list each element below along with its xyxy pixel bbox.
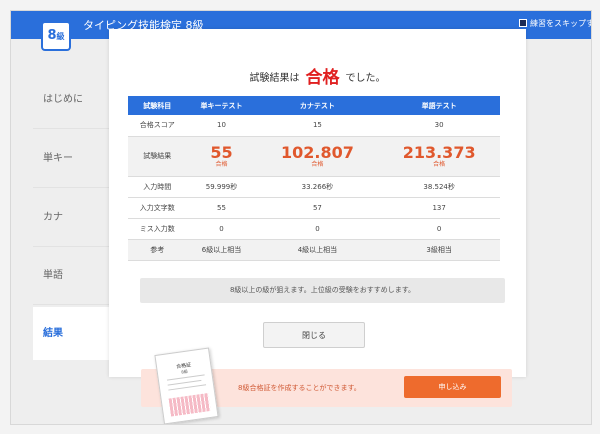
row-label: 合格スコア xyxy=(128,115,187,137)
table-cell: 15 xyxy=(256,115,379,137)
table-cell: 59.999秒 xyxy=(186,176,257,198)
result-prefix: 試験結果は xyxy=(249,73,300,84)
sidebar-item-label: 単語 xyxy=(43,270,63,281)
table-row: 合格スコア 10 15 30 xyxy=(128,115,500,137)
table-row: 入力文字数 55 57 137 xyxy=(128,197,500,219)
table-cell: 0 xyxy=(186,218,257,240)
sidebar-item-kana[interactable]: カナ xyxy=(33,189,109,247)
column-header: カナテスト xyxy=(256,96,379,115)
sidebar-item-label: 単キー xyxy=(43,153,73,164)
divider xyxy=(168,384,207,391)
row-label: 試験結果 xyxy=(128,136,187,177)
score-value: 102.807 xyxy=(280,142,354,162)
grade-logo-suffix: 級 xyxy=(56,32,65,41)
score-value: 55 xyxy=(210,142,233,162)
column-header: 単キーテスト xyxy=(186,96,257,115)
score-status: 合格 xyxy=(433,160,446,168)
certificate-thumbnail: 合格証 8級 xyxy=(154,347,219,424)
table-header-row: 試験科目 単キーテスト カナテスト 単語テスト xyxy=(128,96,500,115)
sidebar: はじめに 単キー カナ 単語 結果 xyxy=(33,39,109,424)
sidebar-item-intro[interactable]: はじめに xyxy=(33,71,109,129)
score-status: 合格 xyxy=(215,160,228,168)
grade-logo-number: 8 xyxy=(47,28,57,43)
table-cell: 55 xyxy=(186,197,257,219)
table-cell: 4級以上相当 xyxy=(256,239,379,261)
table-cell: 0 xyxy=(378,218,500,240)
table-row: 入力時間 59.999秒 33.266秒 38.524秒 xyxy=(128,176,500,198)
table-cell: 10 xyxy=(186,115,257,137)
sidebar-item-word[interactable]: 単語 xyxy=(33,247,109,305)
table-cell: 213.373 合格 xyxy=(378,136,500,177)
score-table: 試験科目 単キーテスト カナテスト 単語テスト 合格スコア 10 15 30 試… xyxy=(128,96,500,261)
row-label: ミス入力数 xyxy=(128,218,187,240)
sidebar-item-label: 結果 xyxy=(43,328,63,339)
table-row: 試験結果 55 合格 102.807 合格 213.373 合格 xyxy=(128,136,500,177)
column-header: 試験科目 xyxy=(128,96,187,115)
table-cell: 3級相当 xyxy=(378,239,500,261)
certificate-message: 8級合格証を作成することができます。 xyxy=(238,384,361,392)
checkbox-icon[interactable] xyxy=(519,19,527,27)
table-row: ミス入力数 0 0 0 xyxy=(128,218,500,240)
score-value: 213.373 xyxy=(402,142,476,162)
table-cell: 102.807 合格 xyxy=(256,136,379,177)
table-cell: 57 xyxy=(256,197,379,219)
sidebar-item-single-key[interactable]: 単キー xyxy=(33,130,109,188)
apply-button[interactable]: 申し込み xyxy=(404,376,501,398)
sidebar-item-label: カナ xyxy=(43,212,63,223)
row-label: 参考 xyxy=(128,239,187,261)
result-card: 試験結果は 合格 でした。 試験科目 単キーテスト カナテスト 単語テスト 合格スコ… xyxy=(109,29,526,377)
sidebar-item-result[interactable]: 結果 xyxy=(33,307,109,360)
table-cell: 33.266秒 xyxy=(256,176,379,198)
table-row: 参考 6級以上相当 4級以上相当 3級相当 xyxy=(128,239,500,261)
advice-message: 8級以上の級が狙えます。上位級の受験をおすすめします。 xyxy=(140,278,505,303)
table-cell: 30 xyxy=(378,115,500,137)
table-cell: 137 xyxy=(378,197,500,219)
result-status: 合格 xyxy=(305,68,340,88)
close-button[interactable]: 閉じる xyxy=(263,322,365,348)
skip-practice-toggle[interactable]: 練習をスキップする xyxy=(519,18,591,29)
table-cell: 0 xyxy=(256,218,379,240)
row-label: 入力文字数 xyxy=(128,197,187,219)
row-label: 入力時間 xyxy=(128,176,187,198)
keyboard-illustration-icon xyxy=(168,393,211,417)
result-heading: 試験結果は 合格 でした。 xyxy=(109,63,526,88)
sidebar-item-label: はじめに xyxy=(43,94,83,105)
table-cell: 55 合格 xyxy=(186,136,257,177)
column-header: 単語テスト xyxy=(378,96,500,115)
score-status: 合格 xyxy=(311,160,324,168)
result-suffix: でした。 xyxy=(345,73,386,84)
grade-logo: 8級 xyxy=(41,21,71,51)
app-frame: タイピング技能検定 8級 練習をスキップする 8級 はじめに 単キー カナ 単語… xyxy=(10,10,592,425)
table-cell: 38.524秒 xyxy=(378,176,500,198)
table-cell: 6級以上相当 xyxy=(186,239,257,261)
skip-practice-label: 練習をスキップする xyxy=(530,19,591,28)
